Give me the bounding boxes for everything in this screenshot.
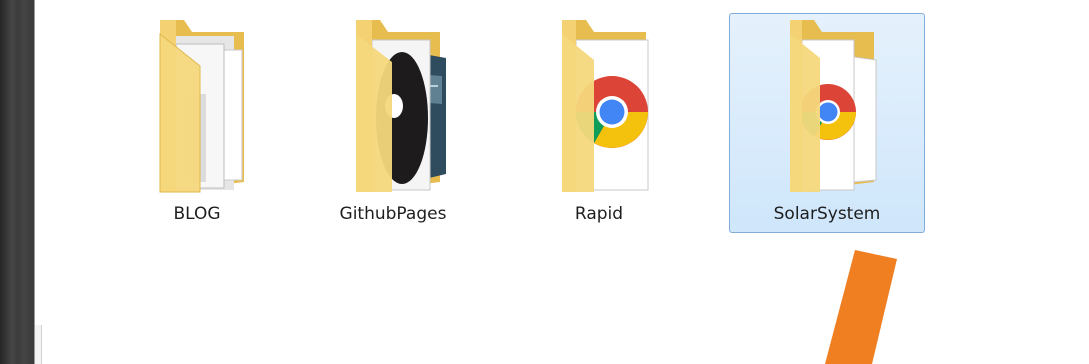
folder-label: SolarSystem xyxy=(773,204,881,224)
folder-item-blog[interactable]: BLOG xyxy=(99,13,295,233)
folder-label: GithubPages xyxy=(339,204,447,224)
explorer-content-pane[interactable]: BLOG GithubPages Rapid SolarSystem xyxy=(34,0,1089,364)
folder-label: BLOG xyxy=(173,204,221,224)
folder-icon xyxy=(356,20,446,192)
folder-item-rapid[interactable]: Rapid xyxy=(501,13,697,233)
folder-icon xyxy=(790,20,877,192)
folder-item-githubpages[interactable]: GithubPages xyxy=(295,13,491,233)
folder-icon xyxy=(562,20,649,192)
scrollbar-stub[interactable] xyxy=(35,325,42,364)
folder-item-solarsystem[interactable]: SolarSystem xyxy=(729,13,925,233)
folder-label: Rapid xyxy=(574,204,624,224)
folder-icon xyxy=(159,20,244,193)
